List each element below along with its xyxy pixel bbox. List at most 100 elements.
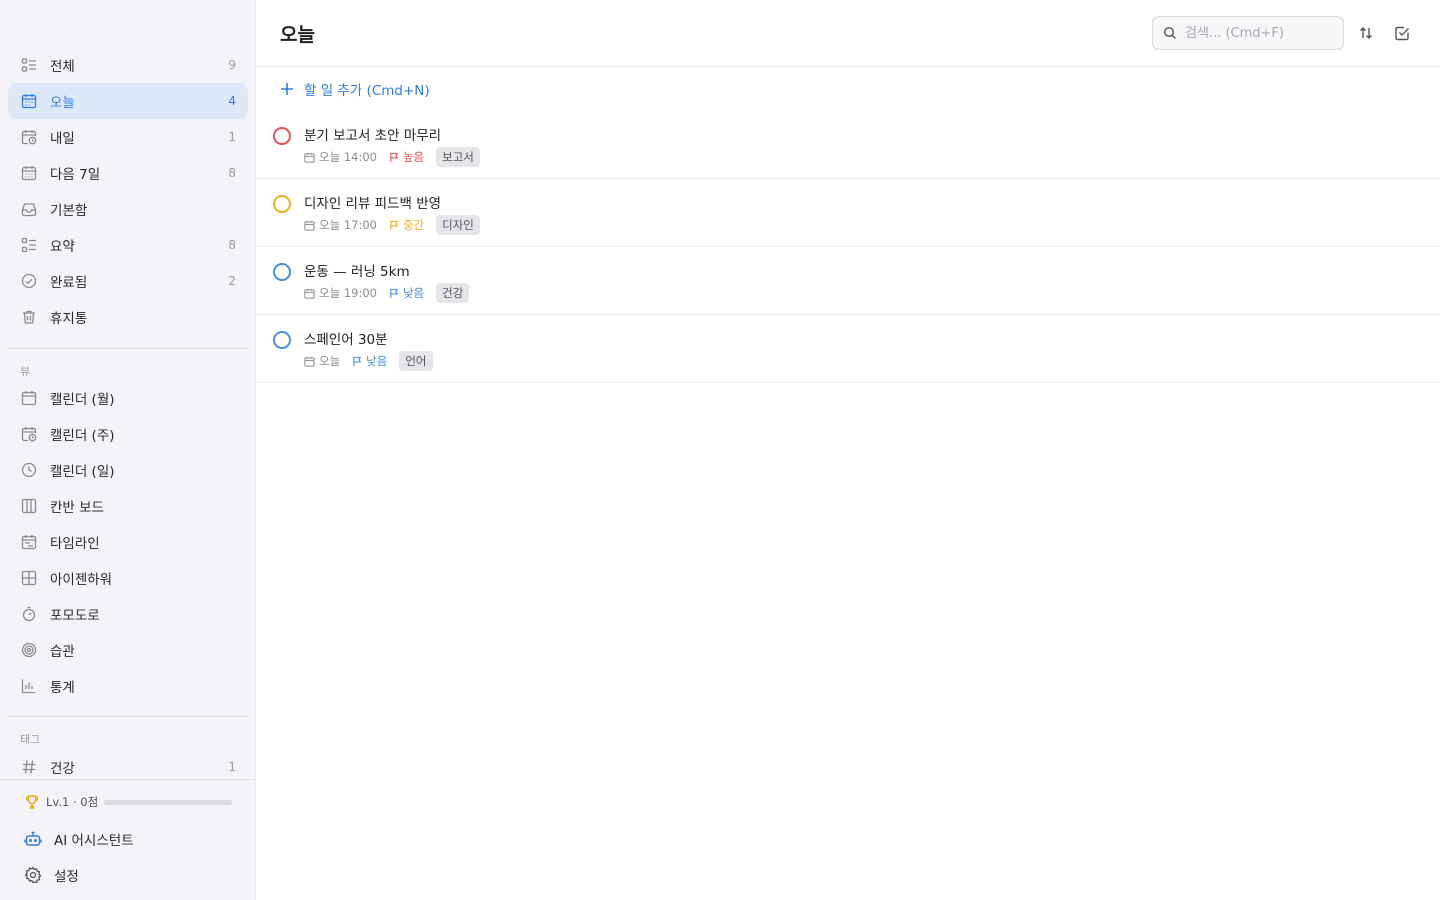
sidebar-item-label: 휴지통 <box>50 311 88 327</box>
sidebar-item-label: 통계 <box>50 680 75 696</box>
sidebar-item-stats[interactable]: 통계 <box>8 668 248 704</box>
task-tag[interactable]: 건강 <box>436 283 470 303</box>
search-input[interactable] <box>1185 25 1335 41</box>
sidebar-item-count: 8 <box>228 238 236 252</box>
list-checks-icon <box>20 56 38 74</box>
main-panel: 오늘 할 일 추가 (Cmd+N) 분기 보고서 초안 마무리 <box>256 0 1440 900</box>
task-checkbox[interactable] <box>273 263 291 281</box>
task-priority: 낮음 <box>352 353 387 369</box>
search-box[interactable] <box>1152 16 1344 50</box>
select-mode-button[interactable] <box>1393 24 1411 42</box>
task-checkbox[interactable] <box>273 331 291 349</box>
sidebar-item-eisenhower[interactable]: 아이젠하워 <box>8 560 248 596</box>
ai-assistant-button[interactable]: AI 어시스턴트 <box>24 829 134 849</box>
flag-icon <box>390 220 399 230</box>
task-row[interactable]: 스페인어 30분 오늘 낮음 언어 <box>256 315 1440 383</box>
task-due-text: 오늘 14:00 <box>319 150 377 164</box>
add-task-button[interactable]: 할 일 추가 (Cmd+N) <box>280 78 430 100</box>
task-row[interactable]: 운동 — 러닝 5km 오늘 19:00 낮음 건강 <box>256 247 1440 315</box>
sidebar-item-label: 포모도로 <box>50 608 100 624</box>
calendar-month-icon <box>20 389 38 407</box>
task-checkbox[interactable] <box>273 195 291 213</box>
sidebar-item-summary[interactable]: 요약 8 <box>8 227 248 263</box>
tags-section-label: 태그 <box>20 733 41 746</box>
header: 오늘 <box>256 0 1440 67</box>
trash-icon <box>20 308 38 326</box>
sidebar-item-today[interactable]: 오늘 4 <box>8 83 248 119</box>
task-priority: 낮음 <box>389 285 424 301</box>
sidebar-item-label: 습관 <box>50 644 75 660</box>
sidebar-item-calendar-day[interactable]: 캘린더 (일) <box>8 452 248 488</box>
sidebar-item-tomorrow[interactable]: 내일 1 <box>8 119 248 155</box>
sidebar-item-label: 캘린더 (월) <box>50 392 115 408</box>
task-priority: 높음 <box>389 149 424 165</box>
calendar-icon <box>304 356 315 367</box>
sidebar-item-count: 1 <box>228 760 236 774</box>
ai-assistant-label: AI 어시스턴트 <box>54 833 134 849</box>
task-row[interactable]: 디자인 리뷰 피드백 반영 오늘 17:00 중간 디자인 <box>256 179 1440 247</box>
kanban-icon <box>20 497 38 515</box>
clock-icon <box>20 461 38 479</box>
task-tag[interactable]: 보고서 <box>436 147 480 167</box>
sidebar-item-timeline[interactable]: 타임라인 <box>8 524 248 560</box>
sidebar-item-habits[interactable]: 습관 <box>8 632 248 668</box>
calendar-icon <box>304 220 315 231</box>
sidebar-views: 캘린더 (월) 캘린더 (주) 캘린더 (일) 칸반 보드 타임라인 아이젠하워… <box>8 380 248 704</box>
sidebar-item-pomodoro[interactable]: 포모도로 <box>8 596 248 632</box>
sort-button[interactable] <box>1357 24 1375 42</box>
task-meta: 오늘 낮음 언어 <box>304 351 433 371</box>
sidebar-item-count: 8 <box>228 166 236 180</box>
add-task-label: 할 일 추가 (Cmd+N) <box>304 83 430 99</box>
plus-icon <box>280 82 294 96</box>
settings-button[interactable]: 설정 <box>24 865 79 885</box>
task-due: 오늘 14:00 <box>304 149 377 165</box>
checkbox-icon <box>1394 25 1410 41</box>
level-indicator[interactable]: Lv.1 · 0점 <box>24 794 98 810</box>
sidebar-item-next-7-days[interactable]: 다음 7일 8 <box>8 155 248 191</box>
sidebar-item-inbox[interactable]: 기본함 <box>8 191 248 227</box>
sidebar-item-label: 타임라인 <box>50 536 100 552</box>
task-due: 오늘 <box>304 353 340 369</box>
sidebar-item-label: 다음 7일 <box>50 167 101 183</box>
summary-list-icon <box>20 236 38 254</box>
sidebar-divider <box>8 716 248 717</box>
sidebar-item-count: 9 <box>228 58 236 72</box>
task-row[interactable]: 분기 보고서 초안 마무리 오늘 14:00 높음 보고서 <box>256 111 1440 179</box>
settings-label: 설정 <box>54 869 79 885</box>
task-tag[interactable]: 디자인 <box>436 215 480 235</box>
sidebar-item-kanban[interactable]: 칸반 보드 <box>8 488 248 524</box>
gear-icon <box>24 866 42 884</box>
sort-icon <box>1358 25 1374 41</box>
sidebar-item-label: 오늘 <box>50 95 75 111</box>
sidebar-item-label: 아이젠하워 <box>50 572 113 588</box>
timeline-icon <box>20 533 38 551</box>
sidebar-item-trash[interactable]: 휴지통 <box>8 299 248 335</box>
matrix-icon <box>20 569 38 587</box>
timer-icon <box>20 605 38 623</box>
sidebar-item-label: 내일 <box>50 131 75 147</box>
flag-icon <box>390 152 399 162</box>
calendar-icon <box>304 288 315 299</box>
sidebar-item-count: 4 <box>228 94 236 108</box>
task-priority-text: 높음 <box>402 150 425 164</box>
hash-icon <box>20 758 38 776</box>
bar-chart-icon <box>20 677 38 695</box>
sidebar-item-completed[interactable]: 완료됨 2 <box>8 263 248 299</box>
task-checkbox[interactable] <box>273 127 291 145</box>
sidebar-item-label: 기본함 <box>50 203 88 219</box>
level-progress-bar <box>104 800 232 805</box>
task-tag[interactable]: 언어 <box>399 351 433 371</box>
inbox-icon <box>20 200 38 218</box>
task-priority-text: 낮음 <box>366 354 388 368</box>
sidebar-item-label: 전체 <box>50 59 75 75</box>
sidebar-item-count: 1 <box>228 130 236 144</box>
sidebar-item-calendar-month[interactable]: 캘린더 (월) <box>8 380 248 416</box>
sidebar-item-all[interactable]: 전체 9 <box>8 47 248 83</box>
task-title: 운동 — 러닝 5km <box>304 264 410 280</box>
sidebar-item-calendar-week[interactable]: 캘린더 (주) <box>8 416 248 452</box>
calendar-week-clock-icon <box>20 425 38 443</box>
sidebar-item-label: 칸반 보드 <box>50 500 104 516</box>
sidebar-item-label: 완료됨 <box>50 275 88 291</box>
sidebar: 전체 9 오늘 4 내일 1 다음 7일 8 기본함 요약 8 완료됨 2 휴지… <box>0 0 256 900</box>
task-title: 분기 보고서 초안 마무리 <box>304 128 442 144</box>
